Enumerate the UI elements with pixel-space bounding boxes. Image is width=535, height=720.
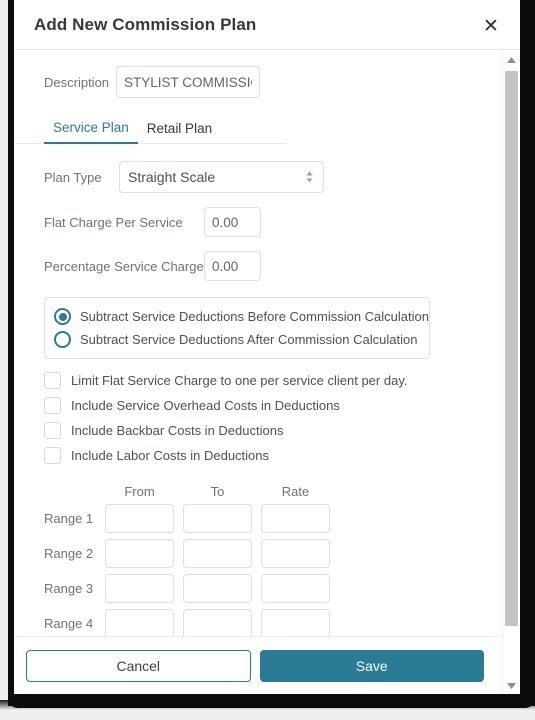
range-3-label: Range 3 xyxy=(44,581,94,596)
range-1-rate-input[interactable] xyxy=(261,504,330,533)
range-4-from-input[interactable] xyxy=(105,609,174,636)
range-1-from-input[interactable] xyxy=(105,504,174,533)
plan-type-value: Straight Scale xyxy=(128,169,216,185)
radio-deductions-after[interactable]: Subtract Service Deductions After Commis… xyxy=(54,328,420,351)
description-input[interactable] xyxy=(116,66,261,98)
checkbox-include-backbar-costs[interactable]: Include Backbar Costs in Deductions xyxy=(44,418,502,443)
flat-charge-label: Flat Charge Per Service xyxy=(44,214,183,230)
checkbox-unchecked-icon xyxy=(44,447,61,464)
chevron-down-icon[interactable] xyxy=(503,677,520,694)
column-header-from: From xyxy=(124,483,155,499)
range-3-to-input[interactable] xyxy=(183,574,252,603)
range-2-from-input[interactable] xyxy=(105,539,174,568)
deduction-order-radio-group: Subtract Service Deductions Before Commi… xyxy=(44,297,430,359)
tab-retail-plan[interactable]: Retail Plan xyxy=(138,117,221,143)
range-2-rate-input[interactable] xyxy=(261,539,330,568)
description-label: Description xyxy=(44,74,110,90)
range-4-to-input[interactable] xyxy=(183,609,252,636)
form-content: Description Service Plan Retail Plan Pla… xyxy=(14,50,502,636)
plan-type-row: Plan Type Straight Scale xyxy=(14,161,502,193)
window-shadow-right xyxy=(519,0,535,706)
checkbox-include-service-overhead[interactable]: Include Service Overhead Costs in Deduct… xyxy=(44,393,502,418)
column-header-to: To xyxy=(210,483,225,499)
modal-header: Add New Commission Plan ✕ xyxy=(14,0,520,50)
add-commission-plan-modal: Add New Commission Plan ✕ Description Se… xyxy=(14,0,520,694)
table-row: Range 4 xyxy=(44,606,502,636)
range-3-from-input[interactable] xyxy=(105,574,174,603)
modal-footer: Cancel Save xyxy=(14,636,502,694)
column-header-rate: Rate xyxy=(281,483,310,499)
range-2-label: Range 2 xyxy=(44,546,94,561)
window-shadow-fade xyxy=(0,700,535,710)
percentage-charge-row: Percentage Service Charge xyxy=(14,251,502,281)
checkbox-include-backbar-costs-label: Include Backbar Costs in Deductions xyxy=(71,423,284,438)
modal-body: Description Service Plan Retail Plan Pla… xyxy=(14,50,520,636)
radio-deductions-before-label: Subtract Service Deductions Before Commi… xyxy=(80,309,429,324)
chevron-up-icon[interactable] xyxy=(503,51,520,68)
close-icon[interactable]: ✕ xyxy=(478,13,504,39)
radio-deductions-after-label: Subtract Service Deductions After Commis… xyxy=(80,332,418,347)
range-3-rate-input[interactable] xyxy=(261,574,330,603)
range-1-label: Range 1 xyxy=(44,511,94,526)
page-title: Add New Commission Plan xyxy=(34,14,257,34)
screen: Add New Commission Plan ✕ Description Se… xyxy=(0,0,535,720)
range-4-label: Range 4 xyxy=(44,616,94,631)
percentage-charge-label: Percentage Service Charge xyxy=(44,258,204,274)
range-table-header: From To Rate xyxy=(44,481,502,501)
percentage-charge-input[interactable] xyxy=(204,251,261,281)
table-row: Range 1 xyxy=(44,501,502,536)
checkbox-limit-flat-service-charge[interactable]: Limit Flat Service Charge to one per ser… xyxy=(44,368,502,393)
options-checkbox-list: Limit Flat Service Charge to one per ser… xyxy=(44,368,502,468)
modal-scrollbar[interactable] xyxy=(502,51,520,694)
table-row: Range 3 xyxy=(44,571,502,606)
plan-type-label: Plan Type xyxy=(44,169,102,185)
commission-ranges-table: From To Rate Range 1 Range 2 Range 3 Ran… xyxy=(44,481,502,636)
range-2-to-input[interactable] xyxy=(183,539,252,568)
scrollbar-thumb[interactable] xyxy=(505,71,518,626)
range-4-rate-input[interactable] xyxy=(261,609,330,636)
checkbox-limit-flat-service-charge-label: Limit Flat Service Charge to one per ser… xyxy=(71,373,408,388)
chevron-updown-icon xyxy=(305,171,314,184)
radio-unselected-icon xyxy=(54,331,71,348)
save-button[interactable]: Save xyxy=(259,649,484,682)
checkbox-include-service-overhead-label: Include Service Overhead Costs in Deduct… xyxy=(71,398,340,413)
flat-charge-input[interactable] xyxy=(204,207,261,237)
radio-deductions-before[interactable]: Subtract Service Deductions Before Commi… xyxy=(54,305,429,328)
range-1-to-input[interactable] xyxy=(183,504,252,533)
checkbox-unchecked-icon xyxy=(44,372,61,389)
plan-tabs: Service Plan Retail Plan xyxy=(14,116,287,144)
plan-type-select[interactable]: Straight Scale xyxy=(119,161,324,193)
checkbox-unchecked-icon xyxy=(44,397,61,414)
cancel-button[interactable]: Cancel xyxy=(26,649,251,682)
checkbox-include-labor-costs[interactable]: Include Labor Costs in Deductions xyxy=(44,443,502,468)
table-row: Range 2 xyxy=(44,536,502,571)
radio-selected-icon xyxy=(54,308,71,325)
checkbox-unchecked-icon xyxy=(44,422,61,439)
description-row: Description xyxy=(14,66,502,98)
flat-charge-row: Flat Charge Per Service xyxy=(14,207,502,237)
checkbox-include-labor-costs-label: Include Labor Costs in Deductions xyxy=(71,448,270,463)
tab-service-plan[interactable]: Service Plan xyxy=(44,116,138,144)
